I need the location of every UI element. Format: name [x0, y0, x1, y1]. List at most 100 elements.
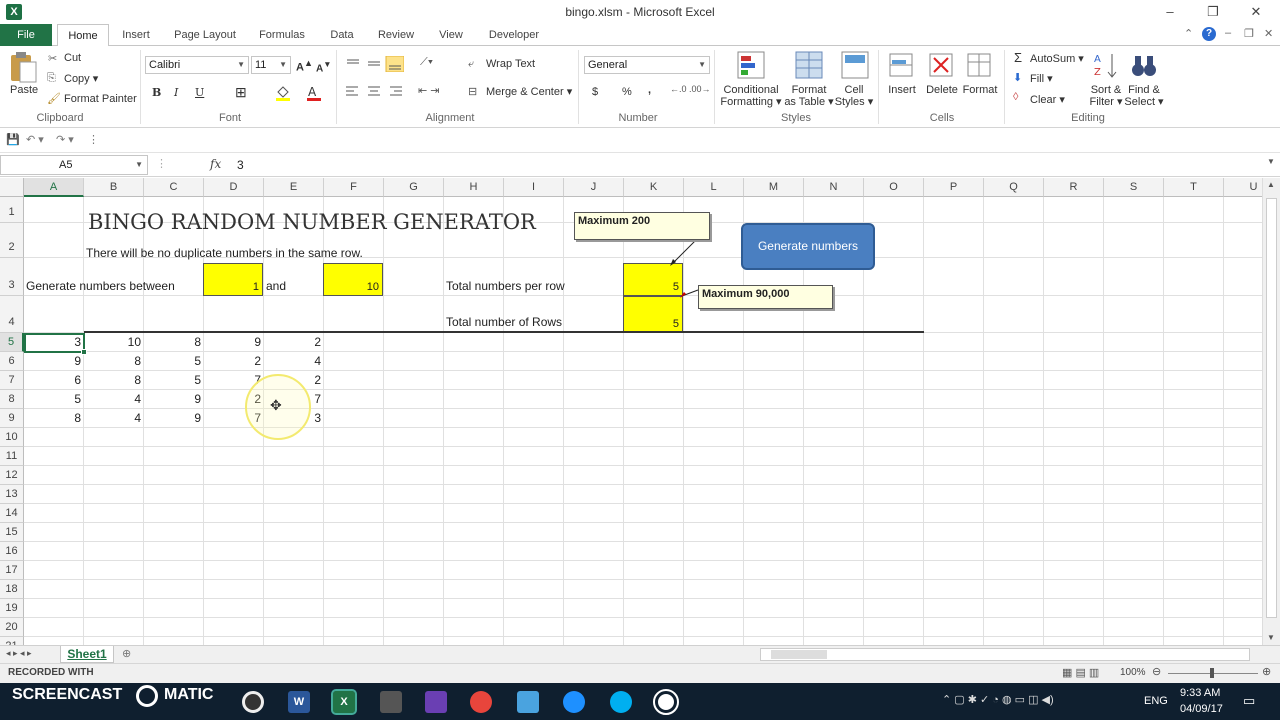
bingo-cell[interactable]: 4	[264, 354, 324, 368]
format-as-table-label[interactable]: Format	[782, 84, 836, 96]
underline-button[interactable]: U	[195, 86, 204, 99]
zoom-in-icon[interactable]: ⊕	[1262, 665, 1271, 678]
ie-icon[interactable]	[563, 691, 585, 713]
window-restore-icon[interactable]: ❐	[1244, 27, 1254, 40]
expand-formula-icon[interactable]: ▼	[1267, 157, 1275, 166]
language-indicator[interactable]: ENG	[1144, 695, 1168, 707]
horizontal-align-icons[interactable]	[344, 84, 404, 100]
per-row-value-cell[interactable]: 5	[623, 263, 683, 296]
paste-icon[interactable]	[8, 50, 38, 84]
conditional-formatting-label-2[interactable]: Formatting ▾	[718, 96, 784, 108]
tab-file[interactable]: File	[0, 24, 52, 46]
fill-button[interactable]: Fill ▾	[1030, 72, 1053, 85]
row-header-1[interactable]: 1	[0, 197, 24, 223]
scroll-down-icon[interactable]: ▼	[1267, 633, 1275, 642]
shrink-font-icon[interactable]: A▼	[316, 59, 331, 74]
font-name-select[interactable]: Calibri ▼	[145, 56, 249, 74]
clock-date[interactable]: 04/09/17	[1180, 703, 1223, 715]
grow-font-icon[interactable]: A▲	[296, 58, 313, 74]
zoom-out-icon[interactable]: ⊖	[1152, 665, 1161, 678]
row-header-3[interactable]: 3	[0, 258, 24, 296]
bingo-cell[interactable]: 6	[24, 373, 84, 387]
conditional-formatting-label[interactable]: Conditional	[718, 84, 784, 96]
row-header-10[interactable]: 10	[0, 428, 24, 447]
bingo-cell[interactable]: 9	[144, 411, 204, 425]
format-cells-icon[interactable]	[966, 50, 994, 80]
row-header-12[interactable]: 12	[0, 466, 24, 485]
copy-button[interactable]: Copy ▾	[64, 72, 98, 85]
orientation-icon[interactable]: ⟋▾	[420, 56, 433, 69]
column-header-p[interactable]: P	[924, 178, 984, 197]
bingo-cell[interactable]: 8	[84, 373, 144, 387]
fill-handle[interactable]	[81, 349, 87, 355]
row-header-8[interactable]: 8	[0, 390, 24, 409]
bingo-cell[interactable]: 8	[144, 335, 204, 349]
column-header-s[interactable]: S	[1104, 178, 1164, 197]
help-icon[interactable]: ?	[1202, 27, 1216, 41]
column-header-g[interactable]: G	[384, 178, 444, 197]
column-header-k[interactable]: K	[624, 178, 684, 197]
generate-numbers-button[interactable]: Generate numbers	[741, 223, 875, 270]
tab-home[interactable]: Home	[57, 24, 109, 47]
clock-time[interactable]: 9:33 AM	[1180, 687, 1220, 699]
tab-developer[interactable]: Developer	[484, 24, 544, 46]
bingo-cell[interactable]: 2	[264, 335, 324, 349]
bingo-cell[interactable]: 5	[24, 392, 84, 406]
bingo-cell[interactable]: 8	[84, 354, 144, 368]
decimal-icons[interactable]: ←.0 .00→	[670, 84, 711, 94]
bingo-cell[interactable]: 5	[144, 354, 204, 368]
close-button[interactable]: ✕	[1236, 2, 1276, 22]
tab-data[interactable]: Data	[325, 24, 359, 46]
row-header-13[interactable]: 13	[0, 485, 24, 504]
insert-button[interactable]: Insert	[882, 84, 922, 96]
binoculars-icon[interactable]	[1130, 50, 1158, 80]
column-header-t[interactable]: T	[1164, 178, 1224, 197]
row-header-18[interactable]: 18	[0, 580, 24, 599]
borders-icon[interactable]: ⊞	[235, 84, 247, 101]
format-as-table-icon[interactable]	[794, 50, 824, 80]
skype-icon[interactable]	[610, 691, 632, 713]
row-header-20[interactable]: 20	[0, 618, 24, 637]
new-sheet-icon[interactable]: ⊕	[122, 647, 131, 660]
fill-color-icon[interactable]	[274, 84, 292, 102]
tab-insert[interactable]: Insert	[116, 24, 156, 46]
taskbar-app-icon[interactable]	[242, 691, 264, 713]
zoom-slider-thumb[interactable]	[1210, 668, 1214, 678]
column-header-o[interactable]: O	[864, 178, 924, 197]
row-header-6[interactable]: 6	[0, 352, 24, 371]
cell-styles-icon[interactable]	[840, 50, 870, 80]
indent-icons[interactable]: ⇤ ⇥	[418, 84, 440, 97]
calculator-icon[interactable]	[380, 691, 402, 713]
column-header-d[interactable]: D	[204, 178, 264, 197]
column-header-q[interactable]: Q	[984, 178, 1044, 197]
format-as-table-label-2[interactable]: as Table ▾	[782, 96, 836, 108]
wrap-text-button[interactable]: Wrap Text	[486, 58, 535, 70]
window-minimize-icon[interactable]: –	[1225, 27, 1231, 39]
zoom-level[interactable]: 100%	[1120, 667, 1146, 678]
view-buttons-icon[interactable]: ▦ ▤ ▥	[1062, 666, 1099, 679]
column-header-f[interactable]: F	[324, 178, 384, 197]
tab-view[interactable]: View	[434, 24, 468, 46]
name-box[interactable]: A5 ▼	[0, 155, 148, 175]
record-icon[interactable]	[653, 689, 679, 715]
row-header-9[interactable]: 9	[0, 409, 24, 428]
conditional-formatting-icon[interactable]	[736, 50, 766, 80]
scroll-thumb[interactable]	[1266, 198, 1277, 618]
delete-cells-icon[interactable]	[928, 50, 956, 80]
row-header-21[interactable]: 21	[0, 637, 24, 645]
column-header-c[interactable]: C	[144, 178, 204, 197]
sheet-nav-icons[interactable]: ◂ ▸ ◂ ▸	[6, 648, 32, 659]
bingo-cell[interactable]: 8	[24, 411, 84, 425]
notifications-icon[interactable]: ▭	[1243, 693, 1255, 709]
bingo-cell[interactable]: 10	[84, 335, 144, 349]
horizontal-scrollbar[interactable]	[760, 648, 1250, 661]
font-size-select[interactable]: 11 ▼	[251, 56, 291, 74]
column-header-h[interactable]: H	[444, 178, 504, 197]
customize-qat-icon[interactable]: ⋮	[88, 133, 99, 146]
column-header-i[interactable]: I	[504, 178, 564, 197]
select-all-corner[interactable]	[0, 178, 24, 197]
app-icon[interactable]	[517, 691, 539, 713]
cell-styles-label[interactable]: Cell	[834, 84, 874, 96]
window-close-icon[interactable]: ✕	[1264, 27, 1273, 40]
column-header-b[interactable]: B	[84, 178, 144, 197]
